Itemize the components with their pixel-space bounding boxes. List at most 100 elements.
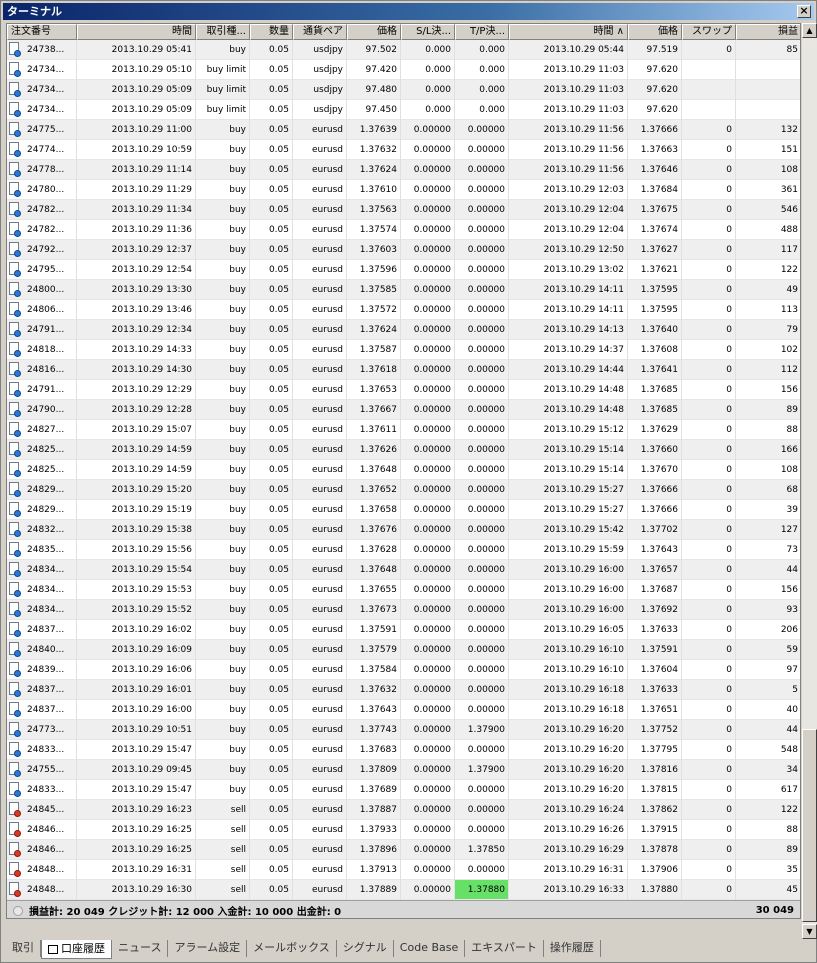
table-cell: 24846... <box>7 820 77 840</box>
table-cell: 73 <box>736 540 800 560</box>
tab-4[interactable]: メールボックス <box>247 940 337 957</box>
table-row[interactable]: 24825... 2013.10.29 14:59 buy 0.05 eurusd 1.3… <box>7 440 800 460</box>
table-cell: 0 <box>682 580 736 600</box>
account-history-icon <box>48 944 58 954</box>
table-cell: 1.37816 <box>628 760 682 780</box>
table-row[interactable]: 24837... 2013.10.29 16:00 buy 0.05 eurusd 1.3… <box>7 700 800 720</box>
table-cell: 0.05 <box>250 680 293 700</box>
column-header-8[interactable]: 時間 ∧ <box>509 24 628 40</box>
table-row[interactable]: 24792... 2013.10.29 12:37 buy 0.05 eurusd 1.3… <box>7 240 800 260</box>
table-row[interactable]: 24818... 2013.10.29 14:33 buy 0.05 eurusd 1.3… <box>7 340 800 360</box>
table-row[interactable]: 24846... 2013.10.29 16:25 sell 0.05 eurusd 1.… <box>7 840 800 860</box>
table-row[interactable]: 24846... 2013.10.29 16:25 sell 0.05 eurusd 1.… <box>7 820 800 840</box>
table-row[interactable]: 24829... 2013.10.29 15:20 buy 0.05 eurusd 1.3… <box>7 480 800 500</box>
table-row[interactable]: 24832... 2013.10.29 15:38 buy 0.05 eurusd 1.3… <box>7 520 800 540</box>
table-row[interactable]: 24840... 2013.10.29 16:09 buy 0.05 eurusd 1.3… <box>7 640 800 660</box>
column-header-10[interactable]: スワップ <box>682 24 736 40</box>
tab-8[interactable]: 操作履歴 <box>544 940 601 957</box>
table-cell: 1.37889 <box>347 880 401 900</box>
table-cell: 0 <box>682 600 736 620</box>
table-row[interactable]: 24829... 2013.10.29 15:19 buy 0.05 eurusd 1.3… <box>7 500 800 520</box>
table-row[interactable]: 24773... 2013.10.29 10:51 buy 0.05 eurusd 1.3… <box>7 720 800 740</box>
table-row[interactable]: 24734... 2013.10.29 05:10 buy limit 0.05 usd… <box>7 60 800 80</box>
table-row[interactable]: 24848... 2013.10.29 16:30 sell 0.05 eurusd 1.… <box>7 880 800 900</box>
table-cell: 24837... <box>7 700 77 720</box>
scroll-down-button[interactable]: ▼ <box>802 924 817 939</box>
close-button[interactable]: × <box>797 5 811 18</box>
table-row[interactable]: 24848... 2013.10.29 16:31 sell 0.05 eurusd 1.… <box>7 860 800 880</box>
tab-7[interactable]: エキスパート <box>465 940 544 957</box>
table-row[interactable]: 24837... 2013.10.29 16:01 buy 0.05 eurusd 1.3… <box>7 680 800 700</box>
column-header-4[interactable]: 通貨ペア <box>293 24 347 40</box>
table-row[interactable]: 24833... 2013.10.29 15:47 buy 0.05 eurusd 1.3… <box>7 740 800 760</box>
table-row[interactable]: 24780... 2013.10.29 11:29 buy 0.05 eurusd 1.3… <box>7 180 800 200</box>
table-row[interactable]: 24845... 2013.10.29 16:23 sell 0.05 eurusd 1.… <box>7 800 800 820</box>
table-cell: 1.37878 <box>628 840 682 860</box>
table-row[interactable]: 24825... 2013.10.29 14:59 buy 0.05 eurusd 1.3… <box>7 460 800 480</box>
tab-5[interactable]: シグナル <box>337 940 394 957</box>
scroll-up-button[interactable]: ▲ <box>802 23 817 38</box>
buy-order-icon <box>9 662 21 677</box>
table-row[interactable]: 24775... 2013.10.29 11:00 buy 0.05 eurusd 1.3… <box>7 120 800 140</box>
table-row[interactable]: 24827... 2013.10.29 15:07 buy 0.05 eurusd 1.3… <box>7 420 800 440</box>
table-row[interactable]: 24734... 2013.10.29 05:09 buy limit 0.05 usd… <box>7 80 800 100</box>
table-cell: 0.05 <box>250 480 293 500</box>
column-header-2[interactable]: 取引種... <box>196 24 250 40</box>
table-cell: 1.37666 <box>628 120 682 140</box>
table-row[interactable]: 24778... 2013.10.29 11:14 buy 0.05 eurusd 1.3… <box>7 160 800 180</box>
terminal-tabs: 取引 口座履歴 ニュース アラーム設定 メールボックス シグナル Code Base エキスパ… <box>6 940 816 960</box>
table-cell: 2013.10.29 16:20 <box>509 760 628 780</box>
table-row[interactable]: 24835... 2013.10.29 15:56 buy 0.05 eurusd 1.3… <box>7 540 800 560</box>
table-cell: 0 <box>682 140 736 160</box>
table-row[interactable]: 24774... 2013.10.29 10:59 buy 0.05 eurusd 1.3… <box>7 140 800 160</box>
column-header-0[interactable]: 注文番号 <box>7 24 77 40</box>
table-row[interactable]: 24782... 2013.10.29 11:36 buy 0.05 eurusd 1.3… <box>7 220 800 240</box>
table-row[interactable]: 24791... 2013.10.29 12:34 buy 0.05 eurusd 1.3… <box>7 320 800 340</box>
table-row[interactable]: 24839... 2013.10.29 16:06 buy 0.05 eurusd 1.3… <box>7 660 800 680</box>
table-row[interactable]: 24791... 2013.10.29 12:29 buy 0.05 eurusd 1.3… <box>7 380 800 400</box>
table-row[interactable]: 24837... 2013.10.29 16:02 buy 0.05 eurusd 1.3… <box>7 620 800 640</box>
table-row[interactable]: 24833... 2013.10.29 15:47 buy 0.05 eurusd 1.3… <box>7 780 800 800</box>
tab-1[interactable]: 口座履歴 <box>41 940 112 959</box>
scroll-thumb[interactable] <box>802 729 817 922</box>
table-row[interactable]: 24816... 2013.10.29 14:30 buy 0.05 eurusd 1.3… <box>7 360 800 380</box>
table-cell: 1.37862 <box>628 800 682 820</box>
column-header-11[interactable]: 損益 <box>736 24 800 40</box>
table-row[interactable]: 24834... 2013.10.29 15:53 buy 0.05 eurusd 1.3… <box>7 580 800 600</box>
table-row[interactable]: 24834... 2013.10.29 15:54 buy 0.05 eurusd 1.3… <box>7 560 800 580</box>
table-cell: 206 <box>736 620 800 640</box>
column-header-6[interactable]: S/L決... <box>401 24 455 40</box>
sell-order-icon <box>9 822 21 837</box>
table-row[interactable]: 24834... 2013.10.29 15:52 buy 0.05 eurusd 1.3… <box>7 600 800 620</box>
table-row[interactable]: 24782... 2013.10.29 11:34 buy 0.05 eurusd 1.3… <box>7 200 800 220</box>
table-cell: 0 <box>682 740 736 760</box>
table-cell: 24818... <box>7 340 77 360</box>
table-row[interactable]: 24806... 2013.10.29 13:46 buy 0.05 eurusd 1.3… <box>7 300 800 320</box>
table-cell: 1.37629 <box>628 420 682 440</box>
table-cell: 1.37752 <box>628 720 682 740</box>
column-header-9[interactable]: 価格 <box>628 24 682 40</box>
table-row[interactable]: 24755... 2013.10.29 09:45 buy 0.05 eurusd 1.3… <box>7 760 800 780</box>
column-header-3[interactable]: 数量 <box>250 24 293 40</box>
tab-0[interactable]: 取引 <box>6 940 41 957</box>
table-cell: eurusd <box>293 840 347 860</box>
table-row[interactable]: 24790... 2013.10.29 12:28 buy 0.05 eurusd 1.3… <box>7 400 800 420</box>
table-cell: eurusd <box>293 260 347 280</box>
vertical-scrollbar[interactable]: ▲ ▼ <box>802 23 817 939</box>
column-header-1[interactable]: 時間 <box>77 24 196 40</box>
table-cell: 0 <box>682 680 736 700</box>
column-header-7[interactable]: T/P決... <box>455 24 509 40</box>
tab-3[interactable]: アラーム設定 <box>168 940 248 957</box>
table-row[interactable]: 24738... 2013.10.29 05:41 buy 0.05 usdjpy 97.… <box>7 40 800 60</box>
table-cell: buy <box>196 620 250 640</box>
tab-2[interactable]: ニュース <box>112 940 169 957</box>
table-cell: 0.00000 <box>401 660 455 680</box>
table-row[interactable]: 24800... 2013.10.29 13:30 buy 0.05 eurusd 1.3… <box>7 280 800 300</box>
table-row[interactable]: 24795... 2013.10.29 12:54 buy 0.05 eurusd 1.3… <box>7 260 800 280</box>
table-cell: 24774... <box>7 140 77 160</box>
tab-6[interactable]: Code Base <box>394 940 466 957</box>
table-cell: 0.05 <box>250 40 293 60</box>
table-cell: 1.37610 <box>347 180 401 200</box>
table-row[interactable]: 24734... 2013.10.29 05:09 buy limit 0.05 usd… <box>7 100 800 120</box>
column-header-5[interactable]: 価格 <box>347 24 401 40</box>
